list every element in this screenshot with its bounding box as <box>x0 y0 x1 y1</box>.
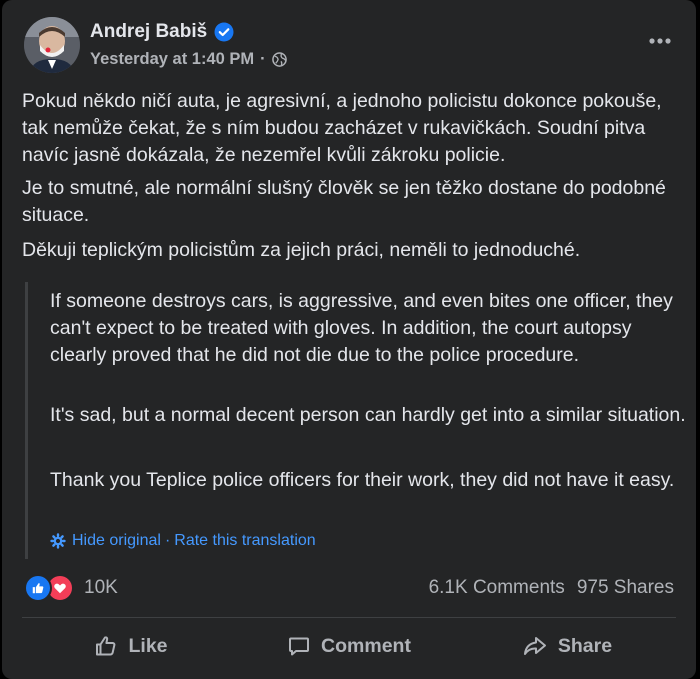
translation-quote-bar <box>25 282 28 559</box>
share-label: Share <box>557 634 613 657</box>
comment-button[interactable]: Comment <box>240 626 458 666</box>
verified-badge-icon <box>214 22 234 42</box>
comments-count[interactable]: 6.1K Comments <box>429 577 565 599</box>
share-icon <box>522 634 548 658</box>
translation-separator: · <box>164 532 171 549</box>
comment-label: Comment <box>321 634 411 657</box>
like-icon <box>94 634 118 658</box>
gear-icon <box>50 533 66 549</box>
share-button[interactable]: Share <box>458 626 676 666</box>
post-paragraph-2: Je to smutné, ale normální slušný člověk… <box>22 177 666 226</box>
post-header: Andrej Babiš <box>90 19 234 45</box>
comment-icon <box>287 634 311 658</box>
reaction-count[interactable]: 10K <box>84 577 118 599</box>
hide-original-link[interactable]: Hide original <box>72 532 161 550</box>
avatar[interactable] <box>24 17 80 73</box>
globe-icon[interactable] <box>271 51 287 67</box>
translation-paragraph-3: Thank you Teplice police officers for th… <box>50 469 675 491</box>
post-paragraph-3: Děkuji teplickým policistům za jejich pr… <box>22 239 581 261</box>
like-button[interactable]: Like <box>22 626 240 666</box>
actions-divider <box>22 617 676 618</box>
like-reaction-icon <box>24 574 52 602</box>
post-paragraph-1: Pokud někdo ničí auta, je agresivní, a j… <box>22 90 662 166</box>
post-actions: Like Comment Share <box>22 626 676 666</box>
post-timestamp[interactable]: Yesterday at 1:40 PM <box>90 50 254 69</box>
post-card: Andrej Babiš Yesterday at 1:40 PM · Poku… <box>2 0 696 679</box>
author-name[interactable]: Andrej Babiš <box>90 21 207 43</box>
translation-paragraph-1: If someone destroys cars, is aggressive,… <box>50 290 673 366</box>
translation-controls: Hide original · Rate this translation <box>50 530 316 552</box>
shares-count[interactable]: 975 Shares <box>577 577 674 599</box>
like-label: Like <box>128 634 168 657</box>
engagement-counts: 6.1K Comments 975 Shares <box>429 574 674 602</box>
more-options-icon[interactable] <box>644 29 676 53</box>
profile-photo <box>24 17 80 73</box>
meta-separator: · <box>260 49 266 68</box>
reaction-summary[interactable]: 10K <box>24 574 118 602</box>
post-meta: Yesterday at 1:40 PM · <box>90 48 287 70</box>
rate-translation-link[interactable]: Rate this translation <box>174 532 315 550</box>
translation-paragraph-2: It's sad, but a normal decent person can… <box>50 404 686 426</box>
